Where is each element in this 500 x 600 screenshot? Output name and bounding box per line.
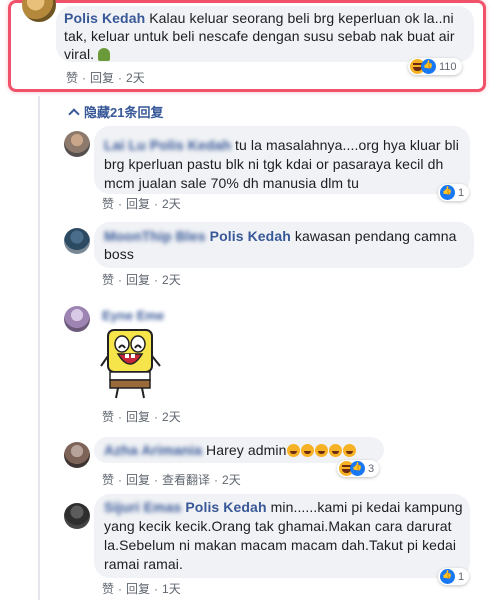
thread-connector-line <box>38 96 40 600</box>
reply-button[interactable]: 回复 <box>90 69 114 86</box>
comment-author[interactable]: Polis Kedah <box>64 10 145 26</box>
like-button[interactable]: 赞 <box>102 471 114 488</box>
like-reaction-icon <box>440 569 455 584</box>
like-reaction-icon <box>421 59 436 74</box>
timestamp[interactable]: 2天 <box>222 471 241 488</box>
reply-text: MoonThip Bles Polis Kedah kawasan pendan… <box>104 227 466 263</box>
avatar[interactable] <box>64 503 90 529</box>
reaction-summary[interactable]: 1 <box>438 184 470 201</box>
reply-bubble: MoonThip Bles Polis Kedah kawasan pendan… <box>94 222 474 268</box>
reaction-count: 1 <box>458 186 465 199</box>
reply-button[interactable]: 回复 <box>126 271 150 288</box>
hide-replies-label: 隐藏21条回复 <box>84 105 164 120</box>
reply-button[interactable]: 回复 <box>126 471 150 488</box>
hide-replies-toggle[interactable]: 隐藏21条回复 <box>68 102 164 121</box>
reply-bubble: Azha Arimania Harey admin <box>94 437 384 463</box>
reaction-count: 3 <box>368 462 375 475</box>
timestamp[interactable]: 2天 <box>126 69 145 86</box>
reply-text: Sijuri Emas Polis Kedah min......kami pi… <box>104 498 464 574</box>
like-button[interactable]: 赞 <box>102 271 114 288</box>
laughing-emoji-icon <box>287 444 300 457</box>
like-button[interactable]: 赞 <box>102 408 114 425</box>
reaction-summary[interactable]: 110 <box>408 58 462 75</box>
reaction-count: 110 <box>439 60 457 73</box>
reply-text: Lai Lu Polis Kedah tu la masalahnya....o… <box>104 136 464 193</box>
avatar[interactable] <box>64 131 90 157</box>
reply-actions: 赞 · 回复 · 查看翻译 · 2天 <box>102 471 241 488</box>
reply-bubble: Sijuri Emas Polis Kedah min......kami pi… <box>94 494 470 578</box>
reply-actions: 赞 · 回复 · 2天 <box>102 271 181 288</box>
laughing-emoji-icon <box>315 444 328 457</box>
avatar[interactable] <box>64 442 90 468</box>
reply-body: Harey admin <box>206 442 287 458</box>
reply-author[interactable]: Azha Arimania <box>104 442 202 458</box>
like-button[interactable]: 赞 <box>66 69 78 86</box>
timestamp[interactable]: 2天 <box>162 408 181 425</box>
reply-actions: 赞 · 回复 · 1天 <box>102 580 181 597</box>
timestamp[interactable]: 1天 <box>162 580 181 597</box>
reaction-summary[interactable]: 3 <box>337 460 380 477</box>
spongebob-sticker[interactable] <box>100 326 162 400</box>
mention-link[interactable]: Polis Kedah <box>185 499 266 515</box>
comment-text: Polis Kedah Kalau keluar seorang beli br… <box>64 9 466 63</box>
like-button[interactable]: 赞 <box>102 195 114 212</box>
reply-actions: 赞 · 回复 · 2天 <box>102 195 181 212</box>
reply-actions: 赞 · 回复 · 2天 <box>102 408 181 425</box>
reply-bubble: Lai Lu Polis Kedah tu la masalahnya....o… <box>94 126 470 194</box>
reply-author[interactable]: Lai Lu Polis Kedah <box>104 137 231 153</box>
reaction-summary[interactable]: 1 <box>438 568 470 585</box>
reply-text: Azha Arimania Harey admin <box>104 441 357 459</box>
chevron-up-icon <box>68 107 80 120</box>
person-emoji-icon <box>98 48 111 61</box>
reply-author[interactable]: Eyne Eme <box>102 308 164 323</box>
timestamp[interactable]: 2天 <box>162 271 181 288</box>
laughing-emoji-icon <box>329 444 342 457</box>
see-translation-link[interactable]: 查看翻译 <box>162 471 210 488</box>
avatar[interactable] <box>64 306 90 332</box>
comment-bubble: Polis Kedah Kalau keluar seorang beli br… <box>56 6 474 62</box>
like-reaction-icon <box>440 185 455 200</box>
laughing-emoji-icon <box>343 444 356 457</box>
reply-button[interactable]: 回复 <box>126 195 150 212</box>
laughing-emoji-icon <box>301 444 314 457</box>
like-reaction-icon <box>350 461 365 476</box>
reply-author[interactable]: Sijuri Emas <box>104 499 181 515</box>
timestamp[interactable]: 2天 <box>162 195 181 212</box>
like-button[interactable]: 赞 <box>102 580 114 597</box>
reply-author[interactable]: MoonThip Bles <box>104 228 206 244</box>
reaction-count: 1 <box>458 570 465 583</box>
comment-actions: 赞 · 回复 · 2天 <box>66 69 145 86</box>
reply-button[interactable]: 回复 <box>126 580 150 597</box>
reply-button[interactable]: 回复 <box>126 408 150 425</box>
avatar[interactable] <box>64 228 90 254</box>
mention-link[interactable]: Polis Kedah <box>210 228 291 244</box>
